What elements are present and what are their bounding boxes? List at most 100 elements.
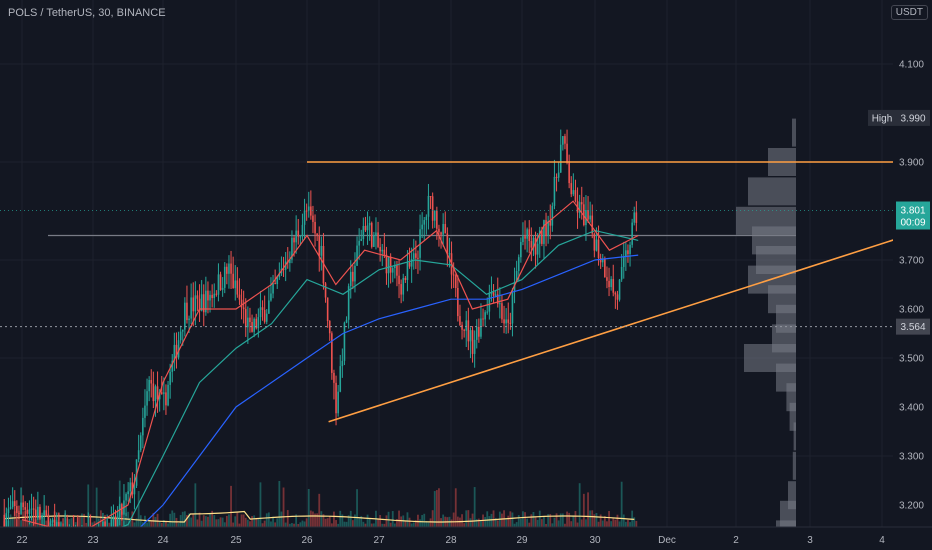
volume-bars (3, 480, 638, 527)
sma-mid-line (21, 229, 639, 540)
volume-bar-272 (574, 511, 577, 527)
candle-body-23 (51, 519, 54, 523)
candle-body-216 (457, 288, 459, 317)
candle-body-73 (156, 386, 159, 400)
y-tick-5: 3.600 (899, 305, 924, 316)
candle-body-180 (381, 249, 384, 252)
candle-body-287 (606, 277, 608, 281)
candle-body-113 (240, 299, 243, 308)
volume-bar-235 (496, 520, 499, 527)
candle-body-167 (354, 265, 356, 282)
volume-bar-65 (139, 515, 142, 527)
volume-bar-301 (635, 520, 638, 527)
candle-body-218 (461, 324, 463, 330)
volume-bar-98 (209, 513, 211, 527)
volume-bar-242 (511, 512, 514, 527)
volume-bar-271 (572, 515, 575, 527)
x-tick-2: 24 (157, 535, 169, 546)
x-tick-10: 2 (733, 535, 739, 546)
price-chart[interactable]: 22 23 24 25 26 27 28 29 30 Dec 2 3 44.1003.9003.7003… (0, 0, 932, 550)
candle-body-267 (564, 136, 566, 144)
volume-bar-300 (633, 517, 636, 527)
volume-bar-70 (150, 520, 153, 527)
candle-body-4 (11, 501, 14, 508)
candle-body-251 (530, 241, 533, 248)
candle-body-138 (293, 237, 295, 243)
candle-body-14 (32, 508, 35, 510)
candle-body-294 (620, 266, 623, 280)
volume-bar-163 (345, 521, 348, 527)
candle-body-301 (635, 212, 638, 223)
volume-bar-141 (299, 522, 302, 527)
candle-body-228 (482, 318, 484, 320)
candle-body-91 (194, 295, 197, 312)
candle-body-296 (625, 250, 627, 257)
candle-body-105 (223, 266, 226, 288)
candle-body-148 (314, 221, 316, 234)
candle-body-269 (568, 162, 570, 184)
candle-body-142 (301, 224, 304, 237)
volume-bar-263 (555, 513, 558, 527)
volume-bar-94 (200, 520, 203, 527)
candle-body-238 (503, 319, 505, 324)
candle-body-11 (26, 509, 29, 514)
volume-bar-284 (599, 514, 602, 527)
price-axis-bg (893, 0, 932, 550)
candle-body-184 (389, 256, 392, 273)
candle-body-101 (215, 293, 218, 295)
volume-bar-157 (333, 511, 335, 527)
volume-bar-285 (601, 520, 604, 527)
volume-bar-97 (207, 516, 209, 527)
candle-body-147 (312, 215, 314, 222)
candle-body-144 (305, 210, 308, 212)
volume-bar-104 (221, 517, 224, 527)
volume-bar-197 (417, 514, 419, 527)
volume-bar-175 (370, 523, 373, 527)
candle-body-292 (616, 294, 619, 300)
volume-bar-289 (610, 521, 613, 527)
volume-bar-130 (276, 518, 279, 527)
volume-bar-291 (614, 519, 617, 527)
volume-bar-69 (148, 520, 151, 527)
candle-body-154 (326, 297, 329, 321)
volume-bar-156 (330, 523, 333, 527)
profile-row-14 (793, 422, 796, 451)
candle-body-229 (484, 312, 486, 320)
candle-body-117 (249, 317, 251, 323)
candle-body-289 (610, 279, 612, 288)
volume-bar-72 (154, 516, 157, 527)
candle-body-97 (207, 290, 209, 301)
symbol-title[interactable]: POLS / TetherUS, 30, BINANCE (8, 7, 166, 19)
high-value: 3.990 (900, 113, 925, 124)
candle-body-156 (331, 333, 333, 373)
candle-body-190 (402, 277, 405, 295)
volume-bar-112 (238, 523, 241, 527)
volume-bar-220 (465, 510, 468, 527)
candle-body-58 (125, 494, 127, 501)
candle-body-197 (417, 257, 419, 259)
candle-body-15 (34, 509, 37, 518)
volume-bar-108 (230, 485, 232, 527)
volume-bar-117 (249, 521, 251, 527)
volume-bar-198 (419, 519, 421, 527)
volume-bar-120 (255, 518, 258, 527)
candle-body-160 (339, 366, 342, 392)
currency-badge[interactable]: USDT (890, 5, 928, 20)
candle-body-109 (232, 273, 234, 289)
candle-body-226 (478, 326, 480, 337)
candle-body-275 (580, 202, 583, 205)
candle-body-182 (385, 254, 388, 274)
volume-bar-184 (389, 522, 392, 527)
volume-bar-241 (509, 511, 512, 527)
y-tick-9: 3.300 (899, 452, 924, 463)
candle-body-123 (261, 307, 264, 310)
volume-bar-278 (587, 492, 589, 527)
volume-bar-146 (309, 510, 312, 527)
candle-body-10 (24, 507, 27, 510)
candle-body-146 (310, 206, 312, 216)
volume-bar-226 (477, 518, 480, 527)
volume-bar-109 (232, 522, 235, 527)
volume-bar-240 (507, 515, 510, 527)
volume-bar-77 (165, 522, 167, 527)
volume-bar-200 (423, 513, 426, 527)
